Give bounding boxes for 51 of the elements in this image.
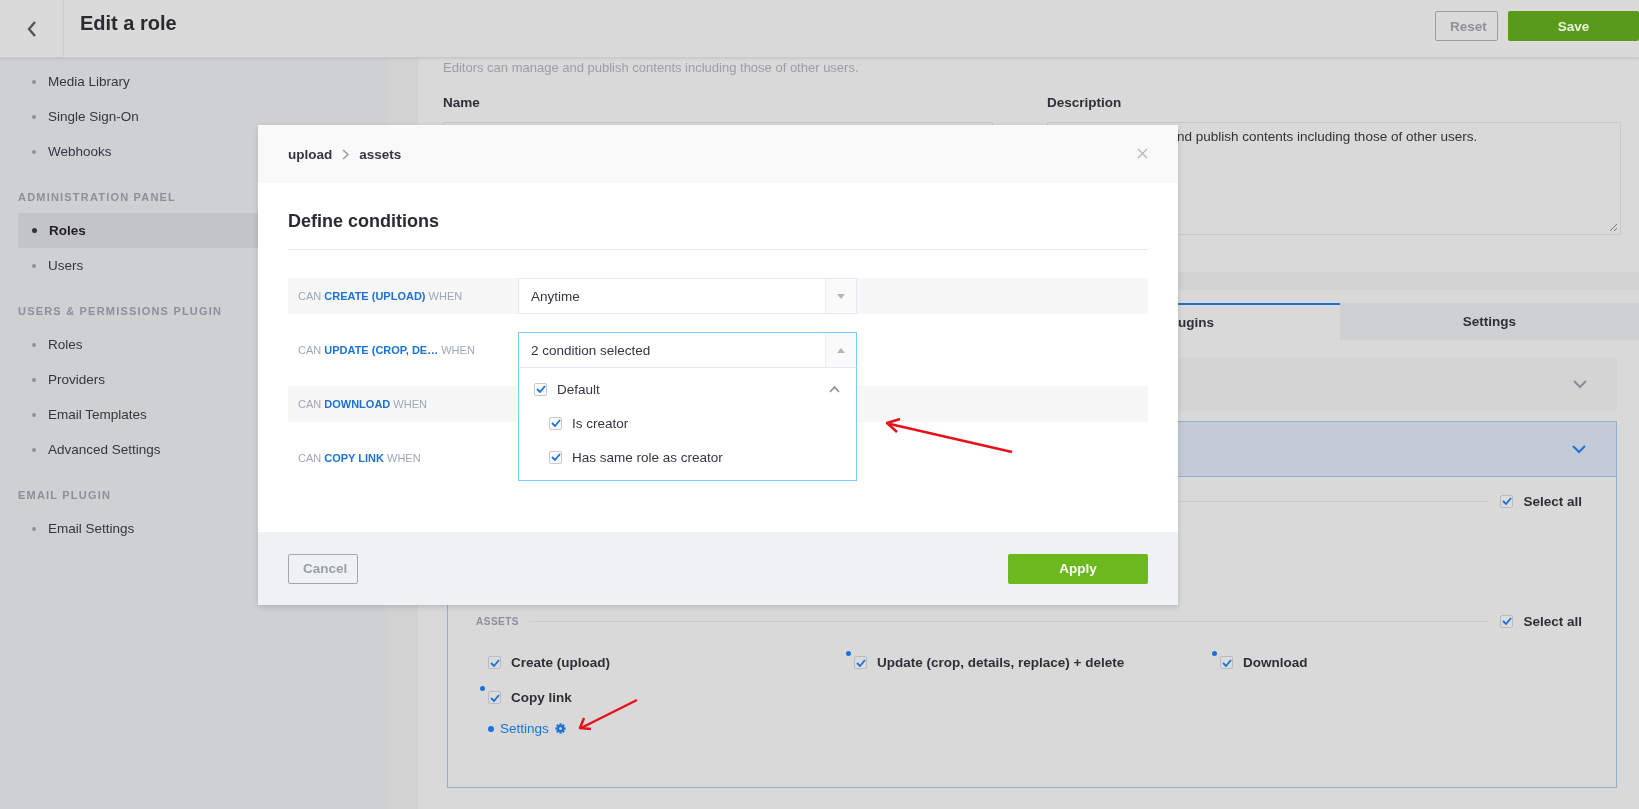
checkbox[interactable]: [1500, 614, 1514, 628]
chevron-icon: [1572, 444, 1586, 454]
dropdown-option[interactable]: Has same role as creator: [519, 440, 856, 474]
field-label: Name: [443, 95, 481, 110]
checkbox[interactable]: [549, 450, 562, 464]
select-all-label: Select all: [1523, 613, 1582, 629]
group-title: ASSETS: [476, 615, 519, 627]
chevron-icon[interactable]: [829, 385, 840, 393]
condition-label: CAN CREATE (UPLOAD) WHEN: [297, 290, 464, 302]
annotation-arrow: [576, 697, 640, 733]
permission-label: Update (crop, details, replace) + delete: [877, 655, 1125, 670]
caret-icon: [837, 347, 845, 353]
condition-label: CAN DOWNLOAD WHEN: [297, 398, 428, 410]
permission-label: Copy link: [511, 690, 572, 705]
field-label: Description: [1047, 95, 1123, 110]
section-title: EMAIL PLUGIN: [18, 489, 113, 501]
select-all-label: Select all: [1523, 493, 1582, 509]
breadcrumb[interactable]: upload: [288, 146, 333, 162]
permission-label: Create (upload): [511, 655, 610, 670]
checkbox[interactable]: [1500, 494, 1514, 508]
condition-select[interactable]: 2 condition selected: [518, 332, 857, 368]
chevron-icon: [342, 148, 350, 160]
condition-label: CAN COPY LINK WHEN: [297, 452, 422, 464]
role-subtitle: Editors can manage and publish contents including those of other users.: [443, 59, 860, 75]
sidebar-item[interactable]: Media Library: [18, 64, 387, 99]
chevron-icon: [1573, 380, 1587, 389]
resize-grip-icon[interactable]: [1609, 223, 1618, 232]
dropdown-option[interactable]: Default: [519, 372, 856, 406]
section-title: ADMINISTRATION PANEL: [18, 191, 178, 203]
page-title: Edit a role: [80, 12, 177, 35]
condition-select[interactable]: Anytime: [518, 278, 857, 314]
back-icon: [26, 20, 37, 37]
sidebar-item[interactable]: Single Sign-On: [18, 99, 387, 134]
checkbox[interactable]: [488, 691, 501, 704]
checkbox[interactable]: [534, 382, 547, 396]
condition-label: CAN UPDATE (CROP, DE… WHEN: [297, 344, 476, 356]
section-title: USERS & PERMISSIONS PLUGIN: [18, 305, 224, 317]
sidebar-item[interactable]: Providers: [18, 362, 387, 397]
permission-label: Download: [1243, 655, 1308, 670]
sidebar-item[interactable]: Email Settings: [18, 511, 387, 546]
tab[interactable]: Settings: [1340, 303, 1639, 340]
sidebar-item[interactable]: Users: [18, 248, 387, 283]
gear-icon: [554, 723, 566, 734]
checkbox[interactable]: [854, 656, 867, 669]
checkbox[interactable]: [1220, 656, 1233, 669]
checkbox[interactable]: [488, 656, 501, 669]
breadcrumb[interactable]: assets: [359, 146, 402, 162]
checkbox[interactable]: [549, 416, 562, 430]
dropdown-option[interactable]: Is creator: [519, 406, 856, 440]
close-icon[interactable]: [1137, 148, 1148, 159]
caret-icon: [837, 293, 845, 299]
